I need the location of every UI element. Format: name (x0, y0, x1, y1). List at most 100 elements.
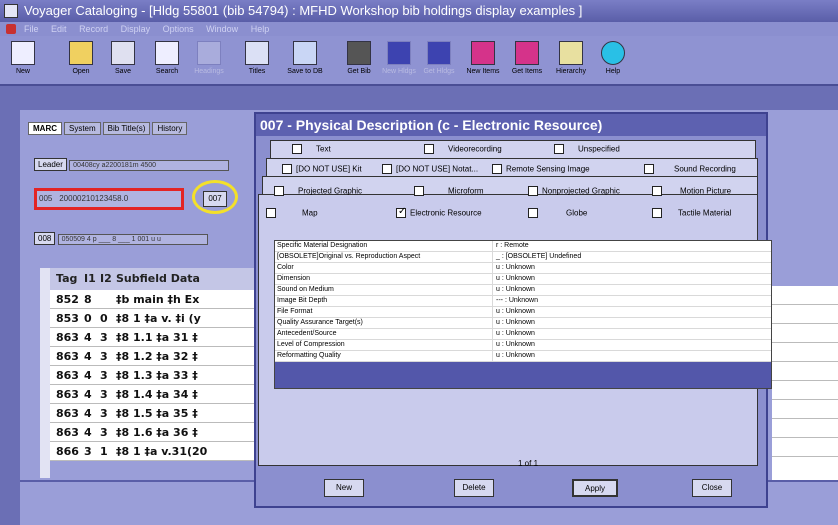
table-scrollbar[interactable] (40, 268, 50, 478)
tab-bib-titles[interactable]: Bib Title(s) (102, 122, 151, 135)
category-microform[interactable]: Microform (414, 186, 484, 196)
checkbox[interactable] (492, 164, 502, 174)
category-electronic-resource[interactable]: Electronic Resource (396, 206, 482, 218)
dialog-title: 007 - Physical Description (c - Electron… (256, 114, 766, 136)
column-i1[interactable]: I1 (84, 268, 100, 290)
leader-button[interactable]: Leader (34, 158, 67, 171)
menu-options[interactable]: Options (163, 24, 194, 34)
headings-button[interactable]: Headings (190, 39, 228, 83)
close-button[interactable]: Close (692, 479, 732, 497)
get-bib-button[interactable]: Get Bib (340, 39, 378, 83)
checkbox[interactable] (382, 164, 392, 174)
help-button[interactable]: Help (594, 39, 632, 83)
hierarchy-button[interactable]: Hierarchy (552, 39, 590, 83)
table-continuation (772, 286, 838, 486)
tab-history[interactable]: History (152, 122, 188, 135)
property-row[interactable]: Quality Assurance Target(s) u : Unknown (275, 318, 771, 329)
category-map[interactable]: Map (266, 208, 318, 218)
apply-button[interactable]: Apply (572, 479, 618, 497)
category-text[interactable]: Text (292, 144, 331, 154)
column-i2[interactable]: I2 (100, 268, 116, 290)
save-to-db-button[interactable]: Save to DB (286, 39, 324, 83)
category-globe[interactable]: Globe (528, 208, 587, 218)
new-button-dialog[interactable]: New (324, 479, 364, 497)
table-row[interactable]: 863 4 3 ‡8 1.3 ‡a 33 ‡ (50, 366, 260, 385)
category-sound-recording[interactable]: Sound Recording (644, 164, 736, 174)
table-row[interactable]: 853 0 0 ‡8 1 ‡a v. ‡i (y (50, 309, 260, 328)
property-row[interactable]: Reformatting Quality u : Unknown (275, 351, 771, 362)
delete-button[interactable]: Delete (454, 479, 494, 497)
save-to-database-icon (293, 41, 317, 65)
property-row[interactable]: Specific Material Designation r : Remote (275, 241, 771, 252)
new-button[interactable]: New (4, 39, 42, 83)
field-008-value[interactable]: 050509 4 p ___ 8 ___ 1 001 u u (57, 234, 208, 245)
get-items-icon (515, 41, 539, 65)
physical-description-dialog: 007 - Physical Description (c - Electron… (254, 112, 772, 508)
menu-display[interactable]: Display (121, 24, 151, 34)
table-row[interactable]: 863 4 3 ‡8 1.5 ‡a 35 ‡ (50, 404, 260, 423)
checkbox[interactable] (266, 208, 276, 218)
column-tag[interactable]: Tag (50, 268, 84, 290)
table-row[interactable]: 863 4 3 ‡8 1.4 ‡a 34 ‡ (50, 385, 260, 404)
get-hldgs-button[interactable]: Get Hldgs (420, 39, 458, 83)
menu-file[interactable]: File (24, 24, 39, 34)
checkbox[interactable] (282, 164, 292, 174)
checkbox[interactable] (554, 144, 564, 154)
checkbox[interactable] (528, 208, 538, 218)
menu-edit[interactable]: Edit (51, 24, 67, 34)
field-005[interactable]: 005 20000210123458.0 (34, 188, 184, 210)
table-row[interactable]: 863 4 3 ‡8 1.6 ‡a 36 ‡ (50, 423, 260, 442)
category-remote-sensing-image[interactable]: Remote Sensing Image (492, 164, 590, 174)
property-row[interactable]: Color u : Unknown (275, 263, 771, 274)
checkbox[interactable] (274, 186, 284, 196)
008-button[interactable]: 008 (34, 232, 56, 245)
property-row[interactable]: Dimension u : Unknown (275, 274, 771, 285)
table-row[interactable]: 863 4 3 ‡8 1.1 ‡a 31 ‡ (50, 328, 260, 347)
leader-field[interactable]: 00408cy a2200181m 4500 (69, 160, 230, 171)
property-row[interactable]: Antecedent/Source u : Unknown (275, 329, 771, 340)
menu-help[interactable]: Help (251, 24, 270, 34)
category-notated-music[interactable]: [DO NOT USE] Notat... (382, 164, 478, 174)
category-kit[interactable]: [DO NOT USE] Kit (282, 164, 362, 174)
checkbox[interactable] (528, 186, 538, 196)
property-row[interactable]: [OBSOLETE]Original vs. Reproduction Aspe… (275, 252, 771, 263)
tab-marc[interactable]: MARC (28, 122, 62, 135)
category-tactile-material[interactable]: Tactile Material (652, 208, 731, 218)
category-nonprojected-graphic[interactable]: Nonprojected Graphic (528, 186, 620, 196)
titles-button[interactable]: Titles (238, 39, 276, 83)
category-projected-graphic[interactable]: Projected Graphic (274, 186, 362, 196)
property-row[interactable]: Sound on Medium u : Unknown (275, 285, 771, 296)
menu-bar: File Edit Record Display Options Window … (0, 22, 838, 36)
property-row[interactable]: Level of Compression u : Unknown (275, 340, 771, 351)
save-button[interactable]: Save (104, 39, 142, 83)
category-unspecified[interactable]: Unspecified (554, 144, 620, 154)
property-row[interactable]: File Format u : Unknown (275, 307, 771, 318)
tab-system[interactable]: System (64, 122, 101, 135)
checkbox[interactable] (652, 208, 662, 218)
table-row[interactable]: 866 3 1 ‡8 1 ‡a v.31(20 (50, 442, 260, 461)
table-row[interactable]: 863 4 3 ‡8 1.2 ‡a 32 ‡ (50, 347, 260, 366)
table-row[interactable]: 852 8 ‡b main ‡h Ex (50, 290, 260, 309)
open-button[interactable]: Open (62, 39, 100, 83)
checkbox[interactable] (414, 186, 424, 196)
checkbox[interactable] (644, 164, 654, 174)
search-button[interactable]: Search (148, 39, 186, 83)
menu-record[interactable]: Record (79, 24, 108, 34)
category-videorecording[interactable]: Videorecording (424, 144, 502, 154)
get-items-button[interactable]: Get Items (508, 39, 546, 83)
category-motion-picture[interactable]: Motion Picture (652, 186, 731, 196)
new-document-icon (11, 41, 35, 65)
new-hldgs-button[interactable]: New Hldgs (380, 39, 418, 83)
checkbox[interactable] (292, 144, 302, 154)
checkbox[interactable] (652, 186, 662, 196)
menu-window[interactable]: Window (206, 24, 238, 34)
checkbox-checked[interactable] (396, 206, 406, 218)
property-grid: Specific Material Designation r : Remote … (274, 240, 772, 389)
column-subfield-data[interactable]: Subfield Data (116, 268, 200, 290)
open-folder-icon (69, 41, 93, 65)
new-items-button[interactable]: New Items (464, 39, 502, 83)
007-button[interactable]: 007 (203, 191, 227, 207)
property-row[interactable]: Image Bit Depth --- : Unknown (275, 296, 771, 307)
checkbox[interactable] (424, 144, 434, 154)
document-menu-icon[interactable] (6, 24, 16, 34)
